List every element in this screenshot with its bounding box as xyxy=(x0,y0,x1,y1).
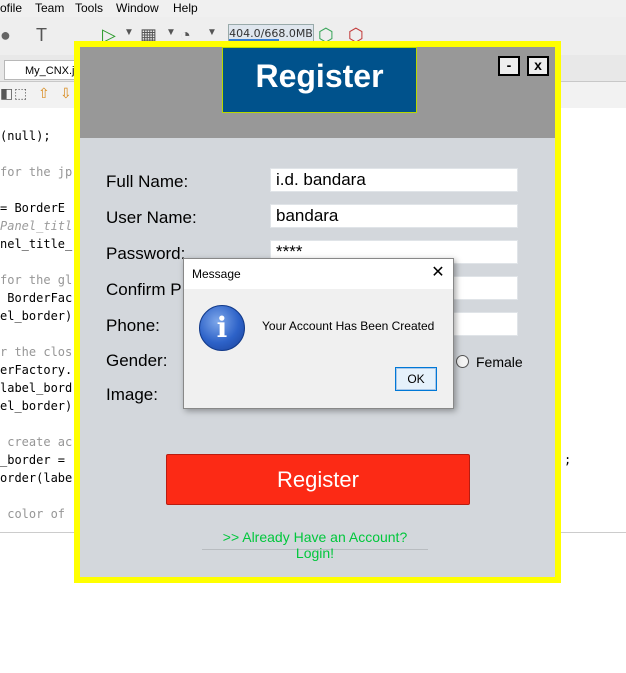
dialog-close-icon[interactable]: ✕ xyxy=(428,263,448,283)
code-line-right: ; xyxy=(564,453,572,467)
code-line: el_border) xyxy=(0,309,73,323)
confirm-password-label: Confirm P xyxy=(106,280,182,299)
image-label: Image: xyxy=(106,385,158,404)
code-line: BorderFac xyxy=(0,291,73,305)
code-line: (null); xyxy=(0,129,51,143)
code-line: create ac xyxy=(0,435,73,449)
minimize-button[interactable]: - xyxy=(498,56,520,76)
menu-window[interactable]: Window xyxy=(116,1,159,15)
code-line: _border = xyxy=(0,453,66,467)
code-line: el_border) xyxy=(0,399,73,413)
chevron-down-icon[interactable]: ▼ xyxy=(207,27,217,38)
down-arrow-icon[interactable]: ⇩ xyxy=(60,85,72,102)
chevron-down-icon[interactable]: ▼ xyxy=(124,27,134,38)
code-line: nel_title_ xyxy=(0,237,73,251)
code-line: erFactory. xyxy=(0,363,73,377)
up-arrow-icon[interactable]: ⇧ xyxy=(38,85,50,102)
code-line: for the jp xyxy=(0,165,73,179)
user-name-label: User Name: xyxy=(106,208,197,227)
female-label: Female xyxy=(476,354,523,370)
info-icon: i xyxy=(199,305,245,351)
register-title: Register xyxy=(222,47,417,113)
dialog-message: Your Account Has Been Created xyxy=(262,319,435,333)
file-tab-label: My_CNX.j xyxy=(25,65,75,77)
chevron-down-icon[interactable]: ▼ xyxy=(166,27,176,38)
globe-icon[interactable]: ● xyxy=(0,25,11,46)
full-name-field[interactable]: i.d. bandara xyxy=(270,168,518,192)
full-name-label: Full Name: xyxy=(106,172,189,191)
file-tab[interactable]: My_CNX.j xyxy=(4,60,76,80)
code-line: label_bord xyxy=(0,381,73,395)
close-button[interactable]: x xyxy=(527,56,549,76)
menu-help[interactable]: Help xyxy=(173,1,198,15)
hammer-icon[interactable]: T xyxy=(36,25,47,46)
password-label: Password: xyxy=(106,244,186,263)
ide-menubar: ofile Team Tools Window Help xyxy=(0,0,626,17)
code-line: = BorderE xyxy=(0,201,66,215)
code-line: Panel_titl xyxy=(0,219,73,233)
code-line: color of xyxy=(0,507,66,521)
code-line: for the gl xyxy=(0,273,73,287)
code-line: r the clos xyxy=(0,345,73,359)
user-name-field[interactable]: bandara xyxy=(270,204,518,228)
ok-button[interactable]: OK xyxy=(395,367,437,391)
menu-profile[interactable]: ofile xyxy=(0,1,22,15)
login-link[interactable]: >> Already Have an Account? Login! xyxy=(202,529,428,561)
toggle-icon[interactable]: ◧ xyxy=(0,85,13,102)
female-radio[interactable] xyxy=(456,355,469,368)
select-icon[interactable]: ⬚ xyxy=(14,85,27,102)
gender-label: Gender: xyxy=(106,351,168,370)
menu-team[interactable]: Team xyxy=(35,1,64,15)
phone-label: Phone: xyxy=(106,316,160,335)
code-line: order(labe xyxy=(0,471,73,485)
menu-tools[interactable]: Tools xyxy=(75,1,103,15)
register-button[interactable]: Register xyxy=(166,454,470,505)
dialog-title: Message xyxy=(192,267,241,281)
